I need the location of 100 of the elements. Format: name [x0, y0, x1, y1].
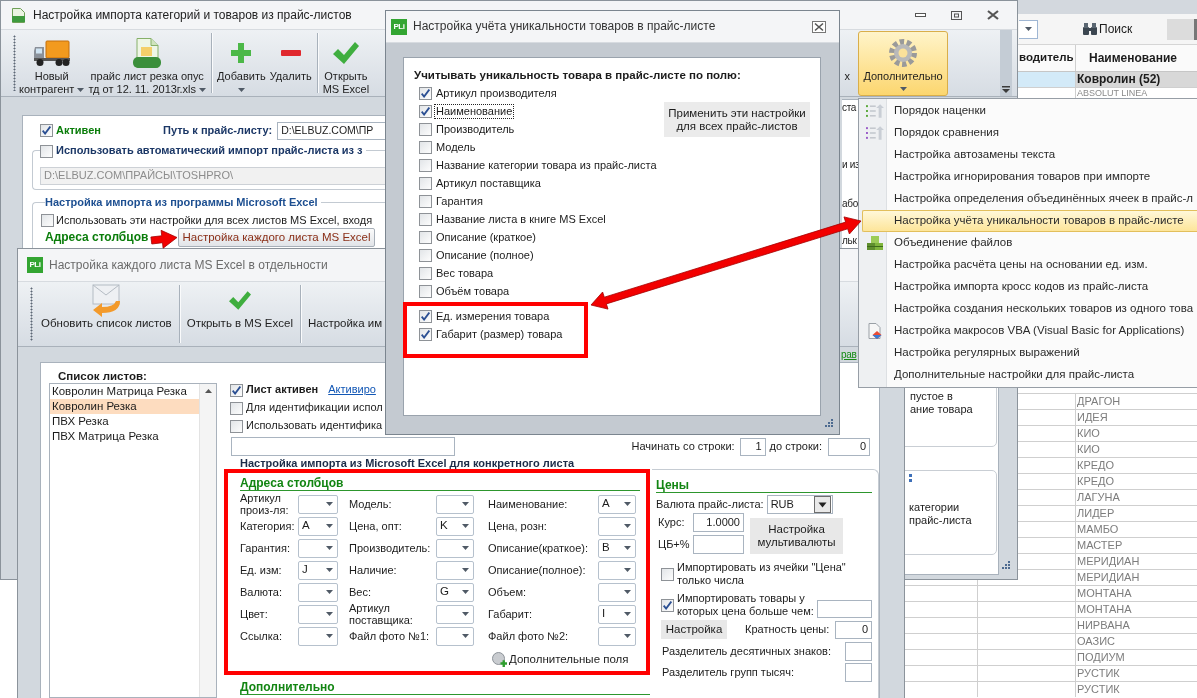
checkbox[interactable]: [419, 284, 432, 298]
input-field[interactable]: 1.0000: [693, 513, 744, 533]
checkbox[interactable]: [661, 567, 674, 581]
menu-item[interactable]: Настройка учёта уникальности товаров в прайс-листе: [862, 210, 1197, 232]
toolbar-button[interactable]: [1167, 18, 1197, 40]
checkbox[interactable]: [230, 401, 243, 415]
maximize-icon[interactable]: [951, 10, 962, 20]
close-icon[interactable]: [987, 10, 999, 20]
menu-item[interactable]: Настройка игнорирования товаров при импорте: [862, 166, 1197, 188]
toolbar-button[interactable]: Обновить список листов: [37, 282, 176, 346]
checkbox[interactable]: [419, 230, 432, 244]
checkbox[interactable]: [419, 194, 432, 208]
extra-fields-button[interactable]: Дополнительные поля: [492, 652, 640, 668]
column-select[interactable]: [436, 604, 474, 624]
toolbar-button[interactable]: Настройка им: [303, 282, 387, 346]
column-select[interactable]: K: [436, 516, 474, 536]
currency-select[interactable]: RUB: [766, 494, 833, 514]
column-select[interactable]: [298, 582, 338, 602]
input-field[interactable]: [845, 642, 872, 662]
overflow-button[interactable]: [1000, 30, 1012, 96]
dropdown-button[interactable]: [1019, 19, 1038, 39]
table-cell-text: НИРВАНА: [1076, 618, 1131, 633]
menu-item[interactable]: Порядок сравнения: [862, 122, 1197, 144]
menu-item[interactable]: Настройка создания нескольких товаров из одного това: [862, 298, 1197, 320]
toolbar-button[interactable]: Добавить: [215, 30, 268, 96]
column-select[interactable]: [598, 626, 636, 646]
list-item[interactable]: Ковролин Матрица Резка: [50, 384, 199, 399]
column-select[interactable]: [298, 626, 338, 646]
checkbox[interactable]: [419, 122, 432, 136]
checkbox[interactable]: [41, 214, 54, 227]
menu-item[interactable]: Настройка расчёта цены на основании ед. изм.: [862, 254, 1197, 276]
checkbox[interactable]: [230, 383, 243, 397]
checkbox[interactable]: [419, 212, 432, 226]
search-button[interactable]: Поиск: [1083, 21, 1133, 37]
scrollbar[interactable]: [199, 384, 216, 697]
input-field[interactable]: [816, 600, 872, 619]
column-select[interactable]: [598, 582, 636, 602]
checkbox[interactable]: [419, 140, 432, 154]
column-select[interactable]: [298, 494, 338, 514]
input-field[interactable]: [845, 663, 872, 683]
close-icon[interactable]: [812, 20, 826, 33]
column-select[interactable]: A: [298, 516, 338, 536]
column-select[interactable]: [436, 560, 474, 580]
column-select[interactable]: J: [298, 560, 338, 580]
list-item[interactable]: ПВХ Матрица Резка: [50, 429, 199, 444]
toolbar-grip[interactable]: [30, 287, 33, 341]
button[interactable]: Настройка мультивалюты: [750, 518, 843, 555]
list-item[interactable]: ПВХ Резка: [50, 414, 199, 429]
column-select[interactable]: [436, 626, 474, 646]
toolbar-button[interactable]: Дополнительно: [858, 31, 948, 96]
toolbar-button[interactable]: Открыть в MS Excel: [182, 282, 297, 346]
toolbar-button[interactable]: Открыть MS Excel: [320, 30, 372, 96]
button[interactable]: Применить эти настройки для всех прайс-листов: [664, 102, 810, 137]
menu-item[interactable]: Настройка регулярных выражений: [862, 342, 1197, 364]
column-select[interactable]: G: [436, 582, 474, 602]
checkbox[interactable]: [419, 176, 432, 190]
link[interactable]: Активиро: [328, 383, 376, 397]
input-field[interactable]: 0: [828, 437, 870, 456]
menu-item[interactable]: Настройка макросов VBA (Visual Basic for Applications): [862, 320, 1197, 342]
menu-item[interactable]: Порядок наценки: [862, 100, 1197, 122]
checkbox[interactable]: [419, 248, 432, 262]
column-select[interactable]: I: [598, 604, 636, 624]
toolbar-button[interactable]: прайс лист резка опус тд от 12. 11. 2013г.xls: [86, 30, 209, 96]
scroll-arrow-icon[interactable]: [204, 389, 212, 393]
checkbox[interactable]: [40, 124, 53, 137]
input-field[interactable]: D:\ELBUZ.COM\ПР: [277, 121, 386, 140]
column-select[interactable]: [298, 538, 338, 558]
column-select[interactable]: [436, 538, 474, 558]
checkbox[interactable]: [230, 419, 243, 433]
checkbox[interactable]: [419, 327, 432, 341]
checkbox[interactable]: [419, 266, 432, 280]
menu-item[interactable]: Объединение файлов: [862, 232, 1197, 254]
caret-icon: [1024, 27, 1032, 31]
checkbox[interactable]: [419, 158, 432, 172]
toolbar-grip[interactable]: [13, 35, 16, 91]
menu-item[interactable]: Настройка импорта кросс кодов из прайс-листа: [862, 276, 1197, 298]
dropdown-icon[interactable]: [813, 495, 831, 513]
button[interactable]: Настройка: [661, 620, 727, 640]
checkbox[interactable]: [419, 309, 432, 323]
menu-item[interactable]: Настройка определения объединённых ячеек в прайс-л: [862, 188, 1197, 210]
toolbar-button[interactable]: Новый контрагент: [17, 30, 87, 96]
checkbox[interactable]: [661, 598, 674, 612]
menu-item[interactable]: Дополнительные настройки для прайс-листа: [862, 364, 1197, 386]
toolbar-button[interactable]: Удалить: [267, 30, 314, 96]
input-field[interactable]: [693, 535, 744, 555]
checkbox[interactable]: [40, 144, 53, 158]
menu-item[interactable]: Настройка автозамены текста: [862, 144, 1197, 166]
column-select[interactable]: A: [598, 494, 636, 514]
input-field[interactable]: [231, 437, 455, 456]
column-select[interactable]: B: [598, 538, 636, 558]
input-field[interactable]: 1: [739, 437, 766, 456]
list-item[interactable]: Ковролин Резка: [50, 399, 199, 414]
checkbox[interactable]: [419, 104, 432, 118]
column-select[interactable]: [598, 516, 636, 536]
button[interactable]: Настройка каждого листа MS Excel: [178, 228, 375, 247]
column-select[interactable]: [436, 494, 474, 514]
input-field[interactable]: 0: [835, 620, 872, 639]
column-select[interactable]: [598, 560, 636, 580]
checkbox[interactable]: [419, 86, 432, 100]
column-select[interactable]: [298, 604, 338, 624]
